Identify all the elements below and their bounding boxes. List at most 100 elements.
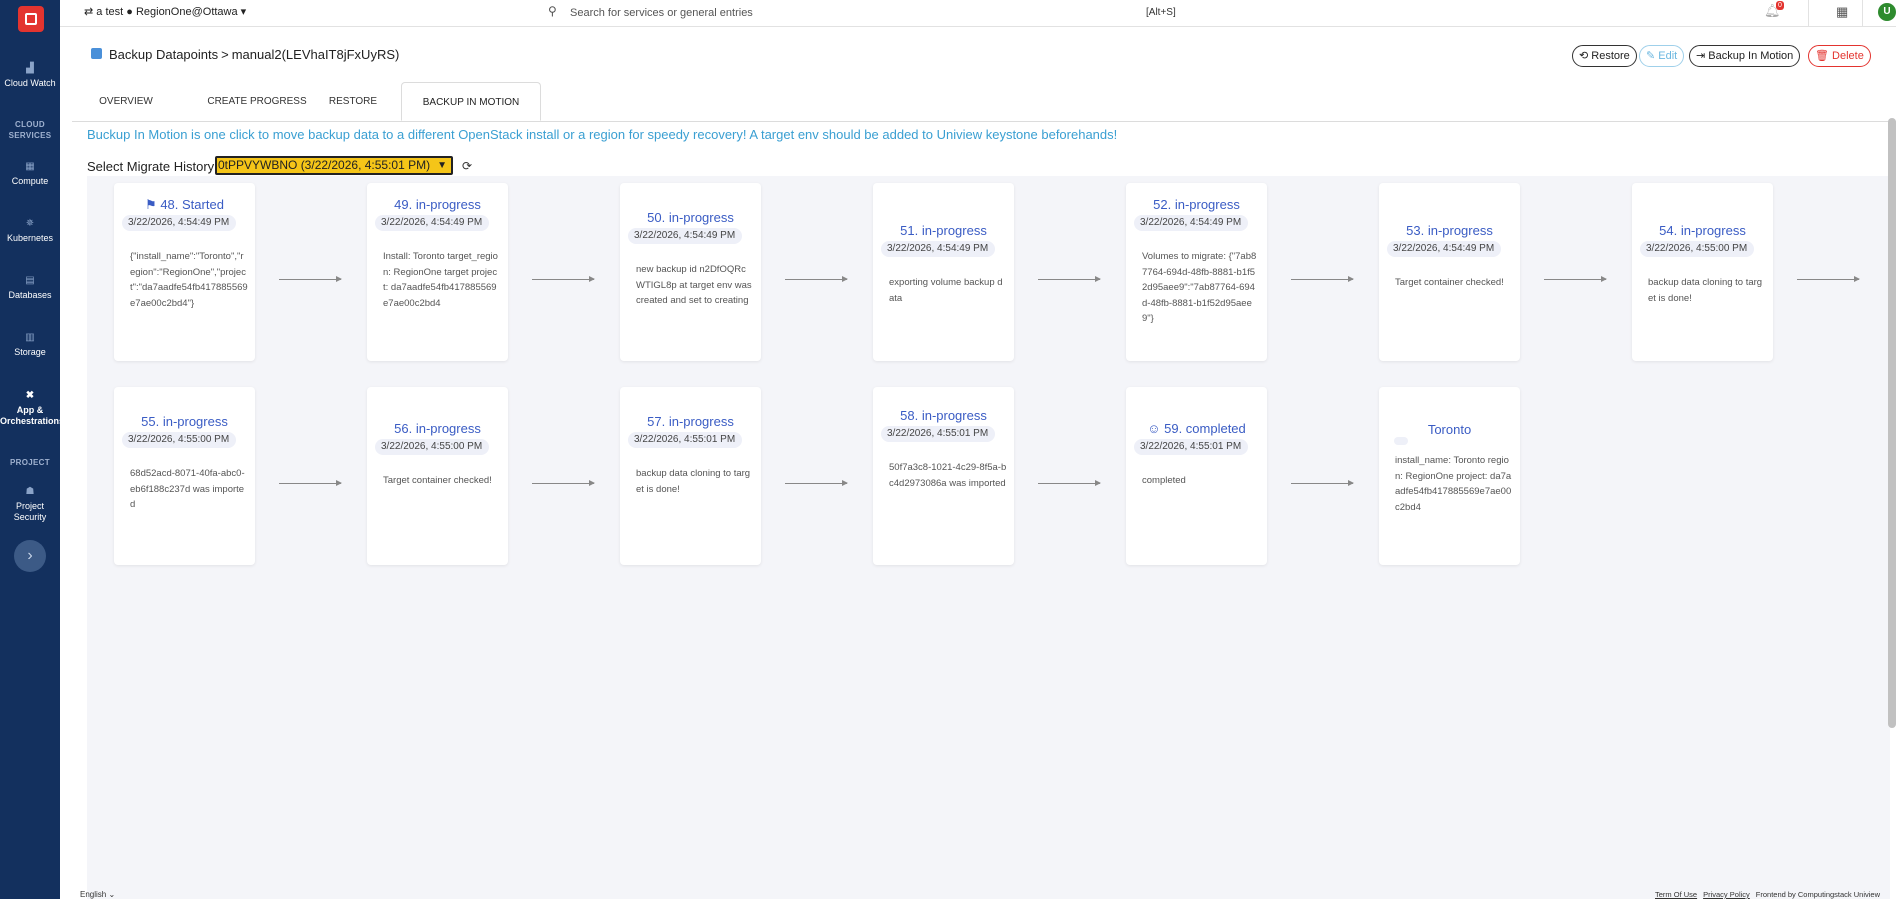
project-share-icon: ⇄ <box>84 6 94 18</box>
step-description: install_name: Toronto region: RegionOne … <box>1395 455 1512 513</box>
flow-arrow <box>1038 276 1101 282</box>
flow-arrow <box>532 480 595 486</box>
sidebar-item-label: Compute <box>11 176 49 186</box>
sidebar-item-label: Project Security <box>13 501 47 522</box>
step-description: 50f7a3c8-1021-4c29-8f5a-bc4d2973086a was… <box>889 462 1007 489</box>
search-icon: ⚲ <box>548 4 557 18</box>
step-title: 51. in-progress <box>873 223 1014 238</box>
flow-arrow <box>279 480 342 486</box>
step-timestamp: 3/22/2026, 4:55:00 PM <box>1640 241 1754 257</box>
sidebar-item-storage[interactable]: ▥ Storage <box>0 333 60 358</box>
step-description: completed <box>1142 475 1186 486</box>
tab-backup-in-motion[interactable]: BACKUP IN MOTION <box>401 82 541 121</box>
step-timestamp: 3/22/2026, 4:55:00 PM <box>122 432 236 448</box>
datapoint-icon <box>91 48 102 59</box>
search-shortcut-hint: [Alt+S] <box>1146 7 1176 18</box>
breadcrumb-separator: > <box>221 47 229 62</box>
sidebar-item-kubernetes[interactable]: ✵ Kubernetes <box>0 219 60 244</box>
language-selector[interactable]: English ⌄ <box>80 890 115 899</box>
step-title-text: 54. in-progress <box>1659 223 1746 238</box>
step-card: 51. in-progress 3/22/2026, 4:54:49 PM expo… <box>873 183 1014 361</box>
step-card: 56. in-progress 3/22/2026, 4:55:00 PM Targ… <box>367 387 508 565</box>
step-description: Target container checked! <box>1395 277 1504 288</box>
storage-icon: ▥ <box>25 332 35 343</box>
restore-button-label: Restore <box>1591 50 1630 62</box>
tab-restore[interactable]: RESTORE <box>318 82 388 121</box>
search-input[interactable] <box>568 3 992 23</box>
sidebar-item-project-security[interactable]: ☗ Project Security <box>0 487 60 523</box>
orchestration-icon: ✖ <box>25 390 35 401</box>
breadcrumb-current: manual2(LEVhaIT8jFxUyRS) <box>231 47 400 62</box>
flow-arrow <box>1038 480 1101 486</box>
step-timestamp: 3/22/2026, 4:54:49 PM <box>122 215 236 231</box>
sidebar-item-databases[interactable]: ▤ Databases <box>0 276 60 301</box>
chevron-down-icon: ▼ <box>437 160 447 171</box>
step-title-text: 48. Started <box>160 197 224 212</box>
scrollbar[interactable] <box>1888 118 1896 728</box>
breadcrumb-parent[interactable]: Backup Datapoints <box>109 47 218 62</box>
step-card: 58. in-progress 3/22/2026, 4:55:01 PM 50f7… <box>873 387 1014 565</box>
step-title-text: 51. in-progress <box>900 223 987 238</box>
edit-button-label: Edit <box>1658 50 1678 62</box>
backup-in-motion-button-label: Backup In Motion <box>1708 50 1794 62</box>
footer-credit: Frontend by Computingstack Uniview <box>1755 890 1881 899</box>
step-timestamp: 3/22/2026, 4:55:01 PM <box>1134 439 1248 455</box>
step-title: ⚑ 48. Started <box>114 197 255 213</box>
flow-arrow <box>785 480 848 486</box>
step-timestamp: 3/22/2026, 4:54:49 PM <box>881 241 995 257</box>
migrate-history-value: 0tPPVYWBNO (3/22/2026, 4:55:01 PM) <box>218 158 431 172</box>
step-title: 54. in-progress <box>1632 223 1773 238</box>
sidebar-item-app-orchestrations[interactable]: ✖ App & Orchestrations <box>0 390 64 427</box>
step-title-text: 52. in-progress <box>1153 197 1240 212</box>
edit-button[interactable]: ✎ Edit <box>1639 45 1685 67</box>
project-selector[interactable]: ⇄ a test ● RegionOne@Ottawa ▾ <box>84 5 246 18</box>
privacy-link[interactable]: Privacy Policy <box>1703 890 1750 899</box>
sidebar-item-label: App & Orchestrations <box>0 405 65 426</box>
chevron-right-icon: › <box>27 547 33 564</box>
backup-in-motion-button[interactable]: ⇥ Backup In Motion <box>1689 45 1801 67</box>
export-icon: ⇥ <box>1696 50 1706 62</box>
sidebar-item-label: Databases <box>8 290 52 300</box>
step-card: 52. in-progress 3/22/2026, 4:54:49 PM Volu… <box>1126 183 1267 361</box>
step-title: ☺ 59. completed <box>1126 421 1267 436</box>
flow-arrow <box>532 276 595 282</box>
database-icon: ▤ <box>25 275 35 286</box>
step-title-text: 58. in-progress <box>900 408 987 423</box>
step-description: Target container checked! <box>383 475 492 486</box>
step-title: 52. in-progress <box>1126 197 1267 212</box>
terms-link[interactable]: Term Of Use <box>1655 890 1697 899</box>
avatar[interactable]: U <box>1878 3 1896 21</box>
sidebar-item-cloud-watch[interactable]: ▟ Cloud Watch <box>0 64 60 89</box>
flow-arrow <box>1291 276 1354 282</box>
tab-overview[interactable]: OVERVIEW <box>84 82 168 121</box>
top-bar: ⇄ a test ● RegionOne@Ottawa ▾ ⚲ [Alt+S] … <box>60 0 1896 27</box>
sidebar-item-compute[interactable]: ▦ Compute <box>0 162 60 187</box>
step-card: Toronto install_name: Toronto region: Reg… <box>1379 387 1520 565</box>
refresh-icon: ⟲ <box>1579 50 1589 62</box>
info-text: Buckup In Motion is one click to move ba… <box>87 127 1118 142</box>
step-timestamp: 3/22/2026, 4:55:01 PM <box>628 432 742 448</box>
app-logo[interactable] <box>18 6 44 32</box>
delete-button[interactable]: 🗑︎ Delete <box>1808 45 1871 67</box>
apps-grid-icon[interactable]: ▦ <box>1836 4 1848 20</box>
caret-down-icon: ▾ <box>240 6 247 18</box>
restore-button[interactable]: ⟲ Restore <box>1572 45 1637 67</box>
step-description: Volumes to migrate: {"7ab87764-694d-48fb… <box>1142 251 1257 324</box>
server-icon: ▦ <box>25 161 35 172</box>
trash-icon: 🗑︎ <box>1815 50 1829 62</box>
flow-arrow <box>1544 276 1607 282</box>
step-title: 49. in-progress <box>367 197 508 212</box>
refresh-icon[interactable]: ⟳ <box>462 159 472 173</box>
expand-sidebar-button[interactable]: › <box>14 540 46 572</box>
migration-flow: ⚑ 48. Started 3/22/2026, 4:54:49 PM {"inst… <box>87 176 1890 899</box>
step-timestamp: 3/22/2026, 4:54:49 PM <box>1387 241 1501 257</box>
migrate-history-select[interactable]: 0tPPVYWBNO (3/22/2026, 4:55:01 PM) ▼ <box>215 156 453 175</box>
sidebar-heading-project: PROJECT <box>10 458 50 467</box>
step-timestamp: 3/22/2026, 4:55:01 PM <box>881 426 995 442</box>
step-title: 50. in-progress <box>620 210 761 225</box>
sidebar-item-label: Cloud Watch <box>4 78 56 88</box>
tab-create-progress[interactable]: CREATE PROGRESS <box>192 82 322 121</box>
step-title: 57. in-progress <box>620 414 761 429</box>
step-description: exporting volume backup data <box>889 277 1003 304</box>
step-timestamp: 3/22/2026, 4:55:00 PM <box>375 439 489 455</box>
